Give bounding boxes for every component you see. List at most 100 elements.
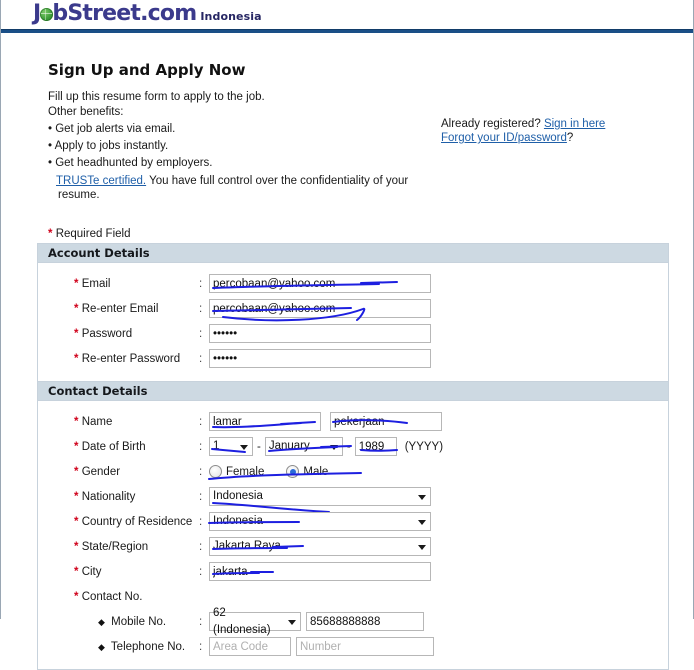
- label-telephone-no-text: Telephone No.: [110, 640, 186, 653]
- password-input[interactable]: [209, 324, 431, 343]
- label-mobile-no: ◆ Mobile No.: [74, 616, 199, 628]
- field-row-country-of-residence: * Country of Residence : Indonesia: [38, 509, 668, 534]
- label-password-text: Password: [81, 327, 133, 340]
- state-region-select[interactable]: Jakarta Raya: [209, 537, 431, 556]
- colon: :: [199, 352, 203, 365]
- label-city: * City: [74, 566, 199, 578]
- chevron-down-icon: [240, 444, 248, 450]
- dob-year-hint: (YYYY): [404, 440, 444, 453]
- email-input[interactable]: [209, 274, 431, 293]
- required-star: *: [74, 490, 79, 503]
- page-root: J bStreet.com Indonesia Sign Up and Appl…: [0, 0, 694, 670]
- reenter-email-field-area: [209, 299, 431, 322]
- label-reenter-email-text: Re-enter Email: [81, 302, 159, 315]
- required-star: *: [74, 302, 79, 315]
- state-region-value: Jakarta Raya: [213, 540, 281, 552]
- colon: :: [199, 327, 203, 340]
- globe-icon: [39, 8, 53, 21]
- state-region-field-area: Jakarta Raya: [209, 537, 431, 556]
- country-of-residence-value: Indonesia: [213, 515, 263, 527]
- city-input[interactable]: [209, 562, 431, 581]
- dob-separator-2: -: [346, 440, 351, 453]
- colon: :: [199, 490, 203, 503]
- contact-details-body: * Name : * Date of Birth: [38, 401, 668, 669]
- label-nationality-text: Nationality: [81, 490, 136, 503]
- diamond-bullet-icon: ◆: [98, 616, 105, 627]
- label-gender-text: Gender: [81, 465, 121, 478]
- label-country-of-residence: * Country of Residence: [74, 516, 199, 528]
- label-password: * Password: [74, 328, 199, 340]
- chevron-down-icon: [288, 619, 296, 625]
- label-telephone-no: ◆ Telephone No.: [74, 641, 199, 653]
- jobstreet-logo[interactable]: J bStreet.com Indonesia: [33, 3, 262, 25]
- already-registered-row: Already registered? Sign in here: [441, 117, 605, 131]
- field-row-name: * Name :: [38, 409, 668, 434]
- field-row-date-of-birth: * Date of Birth : 1 - January - 1989 (YY…: [38, 434, 668, 459]
- colon: :: [199, 415, 203, 428]
- forgot-row: Forgot your ID/password?: [441, 131, 605, 145]
- chevron-down-icon: [418, 519, 426, 525]
- label-date-of-birth: * Date of Birth: [74, 441, 199, 453]
- last-name-input[interactable]: [330, 412, 442, 431]
- radio-female[interactable]: [209, 465, 222, 478]
- radio-male[interactable]: [286, 465, 300, 478]
- field-row-state-region: * State/Region : Jakarta Raya: [38, 534, 668, 559]
- reenter-email-input[interactable]: [209, 299, 431, 318]
- colon: :: [199, 640, 203, 653]
- already-registered-label: Already registered?: [441, 118, 541, 130]
- dob-year-input[interactable]: [354, 437, 397, 456]
- dob-month-select[interactable]: January: [264, 437, 343, 456]
- label-email-text: Email: [81, 277, 111, 290]
- reenter-password-input[interactable]: [209, 349, 431, 368]
- first-name-input[interactable]: [209, 412, 321, 431]
- label-reenter-password-text: Re-enter Password: [81, 352, 181, 365]
- section-header-account-details: Account Details: [38, 243, 668, 263]
- benefit-item-3: • Get headhunted by employers.: [48, 157, 213, 169]
- gender-radio-group: Female Male: [209, 465, 350, 478]
- telephone-number-input[interactable]: [296, 637, 434, 656]
- dob-separator-1: -: [257, 440, 261, 453]
- gender-field-area: Female Male: [208, 465, 362, 480]
- label-state-region: * State/Region: [74, 541, 199, 553]
- dob-month-value: January: [268, 440, 310, 452]
- dob-day-select[interactable]: 1: [209, 437, 253, 456]
- colon: :: [199, 540, 203, 553]
- label-dob-text: Date of Birth: [81, 440, 146, 453]
- telephone-area-code-input[interactable]: [209, 637, 291, 656]
- forgot-suffix: ?: [566, 132, 574, 144]
- country-of-residence-select[interactable]: Indonesia: [209, 512, 431, 531]
- email-field-area: [209, 274, 431, 293]
- logo-country-label: Indonesia: [200, 10, 262, 23]
- password-field-area: [209, 324, 431, 343]
- label-mobile-no-text: Mobile No.: [111, 615, 167, 628]
- colon: :: [199, 465, 203, 478]
- truste-note: TRUSTe certified. You have full control …: [48, 174, 438, 202]
- diamond-bullet-icon: ◆: [98, 641, 105, 652]
- header-divider: [1, 29, 693, 33]
- required-star: *: [74, 590, 79, 603]
- colon: :: [199, 302, 203, 315]
- account-details-body: * Email : * Re-enter Email: [38, 263, 668, 381]
- dob-field-area: 1 - January - (YYYY): [209, 437, 443, 456]
- intro-block: Fill up this resume form to apply to the…: [48, 90, 438, 202]
- truste-certified-link[interactable]: TRUSTe certified.: [56, 175, 146, 187]
- chevron-down-icon: [329, 444, 338, 450]
- field-row-password: * Password :: [38, 321, 668, 346]
- dob-day-value: 1: [213, 440, 220, 452]
- label-gender: * Gender: [74, 466, 199, 478]
- label-country-text: Country of Residence: [81, 515, 193, 528]
- radio-female-label[interactable]: Female: [226, 466, 264, 478]
- mobile-number-input[interactable]: [306, 612, 424, 631]
- nationality-select[interactable]: Indonesia: [209, 487, 431, 506]
- mobile-country-code-select[interactable]: 62 (Indonesia): [209, 607, 301, 636]
- country-of-residence-field-area: Indonesia: [208, 512, 431, 531]
- mobile-country-code-value: 62 (Indonesia): [213, 606, 271, 636]
- label-reenter-password: * Re-enter Password: [74, 353, 199, 365]
- colon: :: [199, 565, 203, 578]
- forgot-id-password-link[interactable]: Forgot your ID/password: [441, 132, 567, 144]
- signin-block: Already registered? Sign in here Forgot …: [441, 117, 605, 145]
- sign-in-here-link[interactable]: Sign in here: [544, 118, 605, 130]
- radio-male-label[interactable]: Male: [303, 466, 328, 478]
- name-field-area: [209, 412, 442, 431]
- site-header: J bStreet.com Indonesia: [1, 0, 693, 29]
